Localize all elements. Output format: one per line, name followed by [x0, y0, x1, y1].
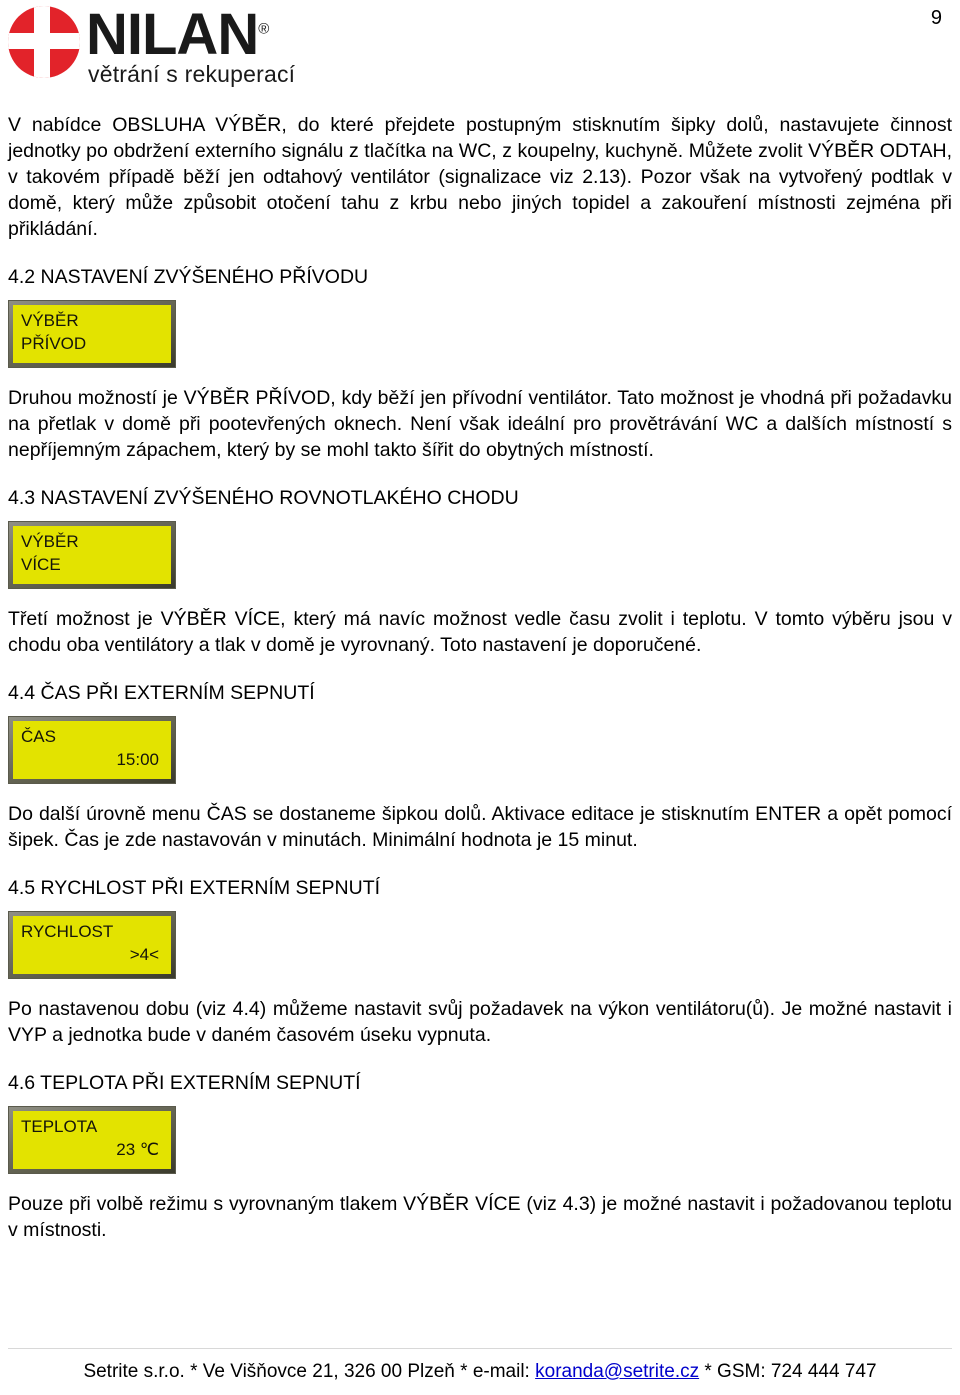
lcd-screen: TEPLOTA 23 ℃ [13, 1111, 171, 1169]
intro-paragraph: V nabídce OBSLUHA VÝBĚR, do které přejde… [8, 114, 952, 240]
section-heading-4-4: 4.4 ČAS PŘI EXTERNÍM SEPNUTÍ [8, 682, 315, 704]
lcd-line-1: VÝBĚR [21, 311, 79, 330]
lcd-display-rychlost: RYCHLOST >4< [8, 911, 176, 979]
footer-divider [8, 1348, 952, 1349]
lcd-line-1: VÝBĚR [21, 532, 79, 551]
section-heading-4-5: 4.5 RYCHLOST PŘI EXTERNÍM SEPNUTÍ [8, 877, 381, 899]
lcd-screen: ČAS 15:00 [13, 721, 171, 779]
lcd-line-1: TEPLOTA [21, 1117, 98, 1136]
footer-email-link[interactable]: koranda@setrite.cz [535, 1361, 699, 1382]
lcd-display-vyber-privod: VÝBĚR PŘÍVOD [8, 300, 176, 368]
section-paragraph-4-3: Třetí možnost je VÝBĚR VÍCE, který má na… [8, 608, 952, 656]
section-heading-4-2: 4.2 NASTAVENÍ ZVÝŠENÉHO PŘÍVODU [8, 266, 369, 288]
lcd-line-1: ČAS [21, 727, 56, 746]
logo-brand-text: NILAN [86, 2, 259, 67]
section-paragraph-4-2: Druhou možností je VÝBĚR PŘÍVOD, kdy běž… [8, 387, 952, 461]
logo-tagline: větrání s rekuperací [88, 61, 296, 88]
lcd-screen: VÝBĚR PŘÍVOD [13, 305, 171, 363]
danish-cross-logo-icon [8, 6, 80, 78]
section-paragraph-4-6: Pouze při volbě režimu s vyrovnaným tlak… [8, 1193, 952, 1241]
page-number: 9 [930, 7, 942, 29]
section-paragraph-4-5: Po nastavenou dobu (viz 4.4) můžeme nast… [8, 998, 952, 1046]
logo-brand-name: NILAN® [86, 6, 295, 64]
section-heading-4-6: 4.6 TEPLOTA PŘI EXTERNÍM SEPNUTÍ [8, 1072, 361, 1094]
lcd-display-teplota: TEPLOTA 23 ℃ [8, 1106, 176, 1174]
nilan-logo: NILAN® větrání s rekuperací [8, 6, 338, 86]
page-footer: Setrite s.r.o. * Ve Višňovce 21, 326 00 … [8, 1359, 952, 1385]
lcd-line-2-value: 15:00 [116, 750, 159, 769]
footer-text-before-email: Setrite s.r.o. * Ve Višňovce 21, 326 00 … [83, 1361, 536, 1382]
lcd-screen: RYCHLOST >4< [13, 916, 171, 974]
lcd-display-cas: ČAS 15:00 [8, 716, 176, 784]
footer-text-after-email: * GSM: 724 444 747 [699, 1361, 877, 1382]
section-heading-4-3: 4.3 NASTAVENÍ ZVÝŠENÉHO ROVNOTLAKÉHO CHO… [8, 487, 519, 509]
lcd-display-vyber-vice: VÝBĚR VÍCE [8, 521, 176, 589]
document-body: V nabídce OBSLUHA VÝBĚR, do které přejde… [8, 112, 952, 1243]
lcd-line-2: PŘÍVOD [21, 334, 87, 353]
lcd-line-2-value: 23 ℃ [116, 1140, 159, 1159]
lcd-line-2: VÍCE [21, 555, 61, 574]
logo-wordmark: NILAN® větrání s rekuperací [86, 6, 296, 88]
lcd-line-1: RYCHLOST [21, 922, 114, 941]
lcd-line-2-value: >4< [129, 945, 159, 964]
section-paragraph-4-4: Do další úrovně menu ČAS se dostaneme ši… [8, 803, 952, 851]
registered-trademark-icon: ® [258, 20, 270, 38]
page-header: NILAN® větrání s rekuperací [8, 6, 338, 98]
lcd-screen: VÝBĚR VÍCE [13, 526, 171, 584]
